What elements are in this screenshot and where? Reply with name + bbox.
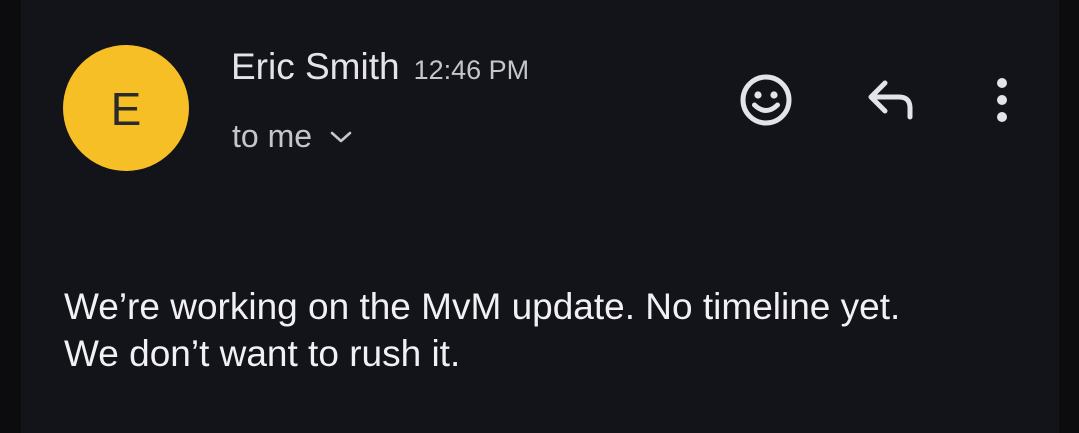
smiley-face-icon [740,74,792,126]
more-options-button[interactable] [980,72,1024,128]
sender-name[interactable]: Eric Smith [231,46,400,88]
chevron-down-icon [330,131,352,142]
message-body-line: We’re working on the MvM update. No time… [64,286,901,327]
more-vertical-icon [997,78,1007,122]
message-body-line: We don’t want to rush it. [64,333,461,374]
message-timestamp: 12:46 PM [413,55,530,85]
reply-button[interactable] [860,74,920,126]
screen-background: E Eric Smith 12:46 PM to me We’re workin… [0,0,1079,433]
avatar-initial: E [110,83,142,135]
sender-header: Eric Smith 12:46 PM [231,46,529,88]
sender-avatar[interactable]: E [63,45,189,171]
recipient-label: to me [232,118,313,154]
message-body: We’re working on the MvM update. No time… [64,283,1034,377]
reply-icon [868,80,913,120]
add-reaction-button[interactable] [736,70,796,130]
recipient-details-toggle[interactable]: to me [232,118,352,155]
